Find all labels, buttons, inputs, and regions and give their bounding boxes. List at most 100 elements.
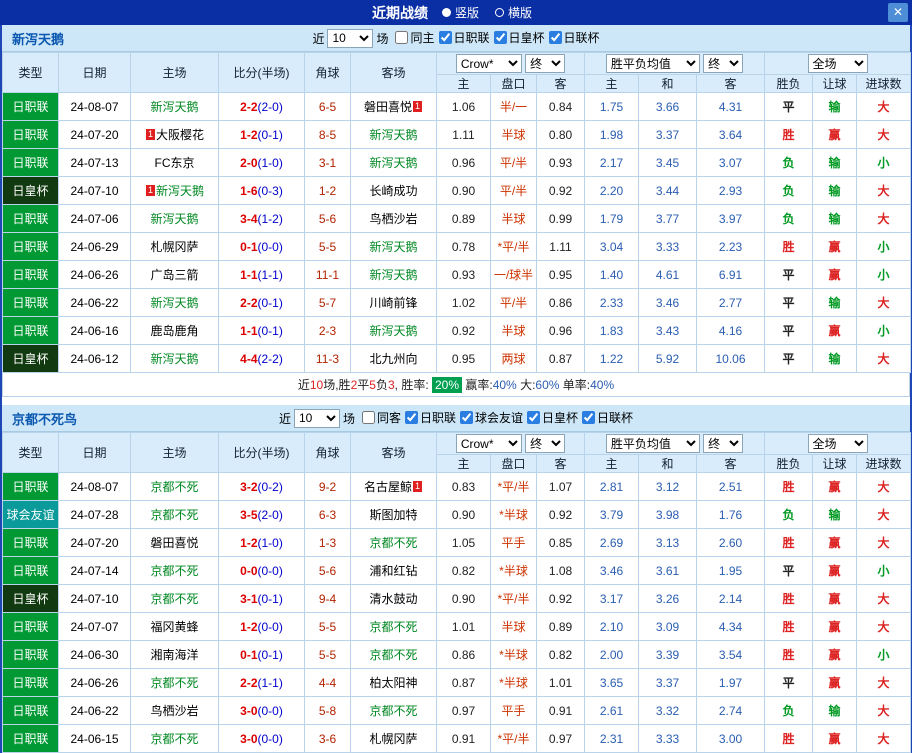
filter-checkbox[interactable]: 日联杯 [548, 29, 600, 46]
result-cell: 胜 [764, 640, 814, 669]
match-date: 24-07-07 [58, 612, 131, 641]
avg-away: 2.93 [695, 176, 766, 205]
col-header-avg-away: 客 [695, 74, 766, 93]
checkbox-label: 日皇杯 [542, 411, 579, 425]
checkbox-input[interactable] [361, 411, 375, 424]
dialog-title: 近期战绩 [371, 4, 428, 21]
avg-home: 1.75 [584, 92, 639, 121]
summary-segment: 60% [535, 377, 560, 392]
rank-badge: 1 [145, 185, 155, 196]
team-link: 斯图加特 [369, 508, 418, 522]
odds-final-select[interactable]: 终 [525, 54, 566, 73]
layout-radio-horizontal[interactable]: 横版 [495, 4, 532, 21]
filter-checkbox[interactable]: 日皇杯 [527, 409, 578, 426]
goals-result-cell: 大 [856, 528, 912, 557]
summary-segment: 3 [387, 377, 395, 392]
halftime-score: (2-0) [257, 507, 283, 522]
results-table: 类型 日期 主场 比分(半场) 角球 客场 Crow* 终 胜平负均值 终 全场… [2, 52, 912, 373]
filter-checkbox[interactable]: 同主 [395, 29, 435, 46]
away-team-cell: 长崎成功 [350, 176, 437, 205]
rank-badge: 1 [413, 101, 423, 112]
avg-draw: 3.37 [638, 120, 697, 149]
filter-checkbox[interactable]: 日职联 [404, 409, 456, 426]
checkbox-input[interactable] [582, 411, 596, 424]
checkbox-input[interactable] [438, 31, 452, 44]
home-team-cell: 新泻天鹅 [130, 288, 219, 317]
bookmaker-select[interactable]: Crow* [455, 54, 522, 73]
col-header-odds-home: 主 [436, 74, 491, 93]
filter-checkbox[interactable]: 日职联 [438, 29, 490, 46]
odds-final-select[interactable]: 终 [525, 434, 566, 453]
col-header-date: 日期 [58, 52, 131, 93]
avg-odds-select[interactable]: 胜平负均值 [605, 54, 700, 73]
filter-checkbox[interactable]: 日皇杯 [493, 29, 545, 46]
col-header-home: 主场 [130, 52, 219, 93]
halftime-score: (0-1) [257, 647, 283, 662]
checkbox-input[interactable] [493, 31, 507, 44]
odds-away: 0.95 [536, 260, 585, 289]
match-date: 24-07-06 [58, 204, 131, 233]
avg-final-select[interactable]: 终 [703, 54, 744, 73]
league-type-cell: 日皇杯 [2, 584, 59, 613]
home-team-cell: 1 新泻天鹅 [130, 176, 219, 205]
avg-draw: 3.44 [638, 176, 697, 205]
halftime-score: (0-0) [257, 239, 283, 254]
scope-select[interactable]: 全场 [807, 434, 868, 453]
match-date: 24-07-28 [58, 500, 131, 529]
match-count-select[interactable]: 10 [293, 408, 340, 428]
near-label: 近 [278, 411, 291, 426]
close-icon[interactable]: ✕ [888, 3, 908, 22]
league-type-cell: 日职联 [2, 232, 59, 261]
home-team-cell: 京都不死 [130, 556, 219, 585]
filter-checkbox[interactable]: 同客 [361, 409, 401, 426]
corner-cell: 9-4 [304, 584, 351, 613]
match-row: 日职联 24-08-07 新泻天鹅 2-2(2-0) 6-5 磐田喜悦 1 1.06 半/一 0.… [2, 92, 912, 121]
scope-select[interactable]: 全场 [807, 54, 868, 73]
handicap-result-cell: 赢 [812, 232, 858, 261]
fulltime-score: 2-2 [240, 99, 258, 114]
handicap-result-cell: 输 [812, 500, 858, 529]
col-header-goals: 进球数 [856, 454, 912, 473]
col-header-avg-draw: 和 [638, 74, 697, 93]
fulltime-score: 2-0 [240, 155, 258, 170]
odds-home: 0.82 [436, 556, 491, 585]
fulltime-score: 3-0 [240, 703, 258, 718]
avg-final-select[interactable]: 终 [703, 434, 744, 453]
match-row: 日职联 24-07-20 1 大阪樱花 1-2(0-1) 8-5 新泻天鹅 1.11 半球 0.8… [2, 120, 912, 149]
bookmaker-select[interactable]: Crow* [455, 434, 522, 453]
odds-dropdown-cell: Crow* 终 [436, 52, 585, 75]
home-team-cell: 鸟栖沙岩 [130, 696, 219, 725]
filter-checkboxes: 同主 日职联 日皇杯 日联杯 [391, 29, 600, 47]
checkbox-input[interactable] [404, 411, 418, 424]
league-type-cell: 日职联 [2, 472, 59, 501]
match-row: 日职联 24-06-26 广岛三箭 1-1(1-1) 11-1 新泻天鹅 0.93 一/球半 0… [2, 260, 912, 289]
odds-home: 0.90 [436, 176, 491, 205]
odds-handicap: 半球 [490, 612, 537, 641]
match-count-select[interactable]: 10 [327, 28, 374, 48]
checkbox-input[interactable] [527, 411, 541, 424]
checkbox-input[interactable] [395, 31, 409, 44]
result-cell: 负 [764, 148, 814, 177]
filter-checkbox[interactable]: 球会友谊 [460, 409, 523, 426]
team-link: 札幌冈萨 [369, 732, 418, 746]
odds-home: 1.02 [436, 288, 491, 317]
avg-draw: 3.33 [638, 232, 697, 261]
checkbox-input[interactable] [548, 31, 562, 44]
corner-cell: 5-6 [304, 556, 351, 585]
avg-odds-select[interactable]: 胜平负均值 [605, 434, 700, 453]
avg-home: 3.65 [584, 668, 639, 697]
match-date: 24-07-20 [58, 528, 131, 557]
avg-draw: 3.13 [638, 528, 697, 557]
avg-draw: 3.26 [638, 584, 697, 613]
team-link: 新泻天鹅 [156, 184, 205, 198]
corner-cell: 5-5 [304, 640, 351, 669]
match-date: 24-07-10 [58, 176, 131, 205]
away-team-cell: 札幌冈萨 [350, 724, 437, 753]
avg-draw: 5.92 [638, 344, 697, 373]
result-cell: 平 [764, 288, 814, 317]
layout-radio-vertical[interactable]: 竖版 [441, 4, 479, 21]
filter-checkbox[interactable]: 日联杯 [582, 409, 633, 426]
league-type-cell: 日职联 [2, 204, 59, 233]
home-team-cell: 湘南海洋 [130, 640, 219, 669]
checkbox-input[interactable] [460, 411, 473, 424]
